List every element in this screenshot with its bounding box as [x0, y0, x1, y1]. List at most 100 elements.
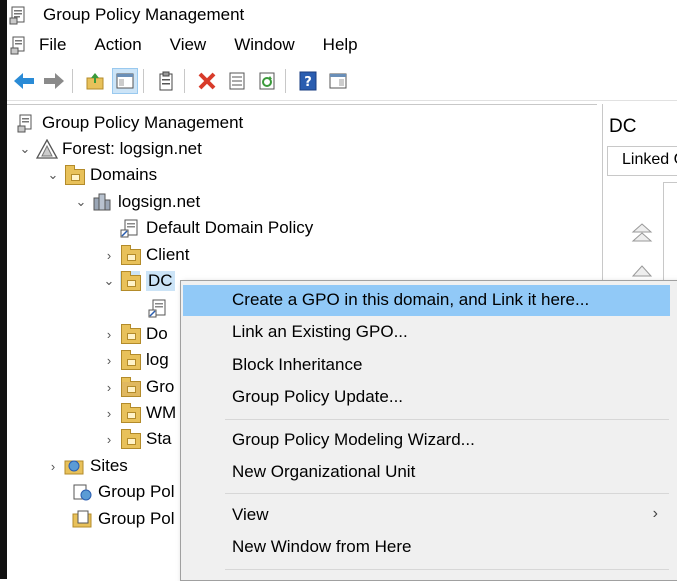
tree-label: WM [146, 403, 177, 422]
context-menu: Create a GPO in this domain, and Link it… [180, 280, 677, 581]
back-icon[interactable] [11, 68, 37, 94]
menu-item-link-existing-gpo[interactable]: Link an Existing GPO... [183, 317, 670, 348]
toolbar: ? [7, 62, 677, 101]
properties-icon[interactable] [153, 68, 179, 94]
toolbar-separator [184, 69, 185, 93]
tree-node-dc[interactable]: ⌄ DC [101, 268, 175, 294]
domains-folder-icon [64, 165, 85, 185]
ou-folder-icon [120, 350, 141, 370]
tree-node-domain[interactable]: ⌄ logsign.net [73, 189, 201, 215]
toolbar-separator [285, 69, 286, 93]
tree-node-dc-gpo-link[interactable] [145, 295, 174, 321]
tree-label: Sites [90, 456, 128, 475]
menu-item-block-inheritance[interactable]: Block Inheritance [183, 350, 670, 381]
expanded-chevron-icon[interactable]: ⌄ [17, 141, 33, 157]
export-list-icon[interactable] [224, 68, 250, 94]
collapsed-chevron-icon[interactable]: › [101, 432, 117, 447]
up-folder-icon[interactable] [82, 68, 108, 94]
menu-item-label: Link an Existing GPO... [232, 322, 408, 341]
gpm-root-icon [16, 113, 36, 133]
tree-node-root[interactable]: Group Policy Management [13, 110, 243, 136]
forest-icon [35, 138, 59, 159]
gpo-link-icon [120, 218, 140, 238]
menu-window[interactable]: Window [234, 35, 294, 55]
tree-node-do[interactable]: › Do [101, 321, 168, 347]
menu-file[interactable]: File [39, 35, 66, 55]
ou-folder-icon [120, 245, 141, 265]
gpm-app-icon [9, 5, 29, 25]
tree-node-starter-gpos[interactable]: › Sta [101, 426, 172, 452]
show-hide-tree-icon[interactable] [112, 68, 138, 94]
tree-label: Group Policy Management [42, 113, 244, 132]
tree-label: log [146, 350, 169, 369]
gpo-link-icon [148, 298, 168, 318]
left-edge-strip [0, 0, 7, 579]
menu-item-label: Block Inheritance [232, 355, 363, 374]
app-menu-icon[interactable] [9, 35, 29, 55]
tree-node-wmi-filters[interactable]: › WM [101, 400, 176, 426]
details-title: DC [609, 116, 637, 137]
ou-folder-icon [120, 324, 141, 344]
tree-node-default-domain-policy[interactable]: Default Domain Policy [117, 215, 313, 241]
tab-label: Linked G [622, 151, 677, 168]
tree-node-forest[interactable]: ⌄ Forest: logsign.net [17, 136, 202, 162]
toolbar-separator [72, 69, 73, 93]
menu-item-gp-modeling-wizard[interactable]: Group Policy Modeling Wizard... [183, 425, 670, 456]
gp-modeling-icon [72, 482, 92, 502]
tree-label: Sta [146, 429, 172, 448]
tree-node-gp-modeling[interactable]: Group Pol [69, 479, 175, 505]
domain-icon [92, 192, 112, 212]
tree-label: Domains [90, 165, 158, 184]
refresh-icon[interactable] [254, 68, 280, 94]
move-up-icon[interactable] [631, 222, 653, 249]
tree-label: Group Pol [98, 509, 175, 528]
svg-text:?: ? [304, 75, 312, 90]
collapsed-chevron-icon[interactable]: › [101, 353, 117, 368]
tree-node-log[interactable]: › log [101, 347, 169, 373]
menu-view[interactable]: View [170, 35, 207, 55]
action-pane-icon[interactable] [325, 68, 351, 94]
gp-results-icon [72, 509, 92, 529]
tree-node-client[interactable]: › Client [101, 242, 189, 268]
collapsed-chevron-icon[interactable]: › [101, 380, 117, 395]
tree-label: Client [146, 245, 190, 264]
tree-label: logsign.net [118, 192, 201, 211]
menu-item-label: Create a GPO in this domain, and Link it… [232, 290, 590, 309]
collapsed-chevron-icon[interactable]: › [101, 248, 117, 263]
toolbar-separator [143, 69, 144, 93]
menu-separator [225, 569, 669, 570]
submenu-arrow-icon: › [652, 505, 658, 522]
tree-node-domains[interactable]: ⌄ Domains [45, 162, 157, 188]
menu-action[interactable]: Action [94, 35, 141, 55]
help-icon[interactable]: ? [295, 68, 321, 94]
menu-item-new-ou[interactable]: New Organizational Unit [183, 457, 670, 488]
menu-item-label: Group Policy Update... [232, 387, 404, 406]
tree-node-group-policy-objects[interactable]: › Gro [101, 374, 174, 400]
menu-item-view[interactable]: View › [183, 500, 670, 531]
menu-separator [225, 493, 669, 494]
sites-icon [64, 456, 84, 476]
tab-linked-gpos[interactable]: Linked G [607, 146, 677, 176]
delete-icon[interactable] [194, 68, 220, 94]
tree-label: Gro [146, 377, 175, 396]
expanded-chevron-icon[interactable]: ⌄ [45, 167, 61, 183]
menu-item-label: Group Policy Modeling Wizard... [232, 430, 475, 449]
ou-folder-icon [120, 271, 141, 291]
title-bar: Group Policy Management [7, 0, 677, 30]
collapsed-chevron-icon[interactable]: › [101, 406, 117, 421]
forward-icon[interactable] [41, 68, 67, 94]
window-title: Group Policy Management [43, 5, 245, 24]
expanded-chevron-icon[interactable]: ⌄ [73, 194, 89, 210]
menu-help[interactable]: Help [323, 35, 358, 55]
menu-item-create-gpo[interactable]: Create a GPO in this domain, and Link it… [183, 285, 670, 316]
tree-node-sites[interactable]: › Sites [45, 453, 128, 479]
menu-item-gp-update[interactable]: Group Policy Update... [183, 382, 670, 413]
collapsed-chevron-icon[interactable]: › [101, 327, 117, 342]
collapsed-chevron-icon[interactable]: › [45, 459, 61, 474]
tree-label: Forest: logsign.net [62, 139, 202, 158]
tree-label: Do [146, 324, 168, 343]
tree-node-gp-results[interactable]: Group Pol [69, 506, 175, 532]
expanded-chevron-icon[interactable]: ⌄ [101, 273, 117, 289]
tree-label: Group Pol [98, 482, 175, 501]
menu-item-new-window[interactable]: New Window from Here [183, 532, 670, 563]
